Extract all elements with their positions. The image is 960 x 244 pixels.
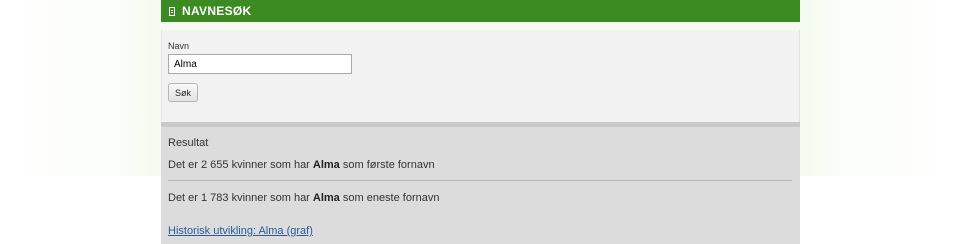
result-text: Det er 2 655 kvinner som har xyxy=(168,159,313,171)
document-icon xyxy=(169,6,175,16)
panel-title: NAVNESØK xyxy=(182,4,252,18)
result-text: Det er 1 783 kvinner som har xyxy=(168,192,313,204)
results-section: Resultat Det er 2 655 kvinner som har Al… xyxy=(161,127,800,244)
name-input[interactable] xyxy=(168,54,352,74)
history-graph-link[interactable]: Historisk utvikling: Alma (graf) xyxy=(168,225,313,237)
results-heading: Resultat xyxy=(168,137,209,149)
panel-header: NAVNESØK xyxy=(161,0,800,22)
name-field-label: Navn xyxy=(168,41,190,51)
search-button[interactable]: Søk xyxy=(168,83,198,102)
search-form: Navn Søk xyxy=(161,30,800,122)
result-name: Alma xyxy=(312,159,340,171)
result-only-name-count: Det er 1 783 kvinner som har Alma som en… xyxy=(168,192,439,204)
result-first-name-count: Det er 2 655 kvinner som har Alma som fø… xyxy=(168,159,435,171)
result-separator xyxy=(168,180,792,181)
result-text: som eneste fornavn xyxy=(339,192,440,204)
result-name: Alma xyxy=(312,192,340,204)
result-text: som første fornavn xyxy=(339,159,435,171)
name-search-panel: NAVNESØK Navn Søk Resultat Det er 2 655 … xyxy=(161,0,800,244)
